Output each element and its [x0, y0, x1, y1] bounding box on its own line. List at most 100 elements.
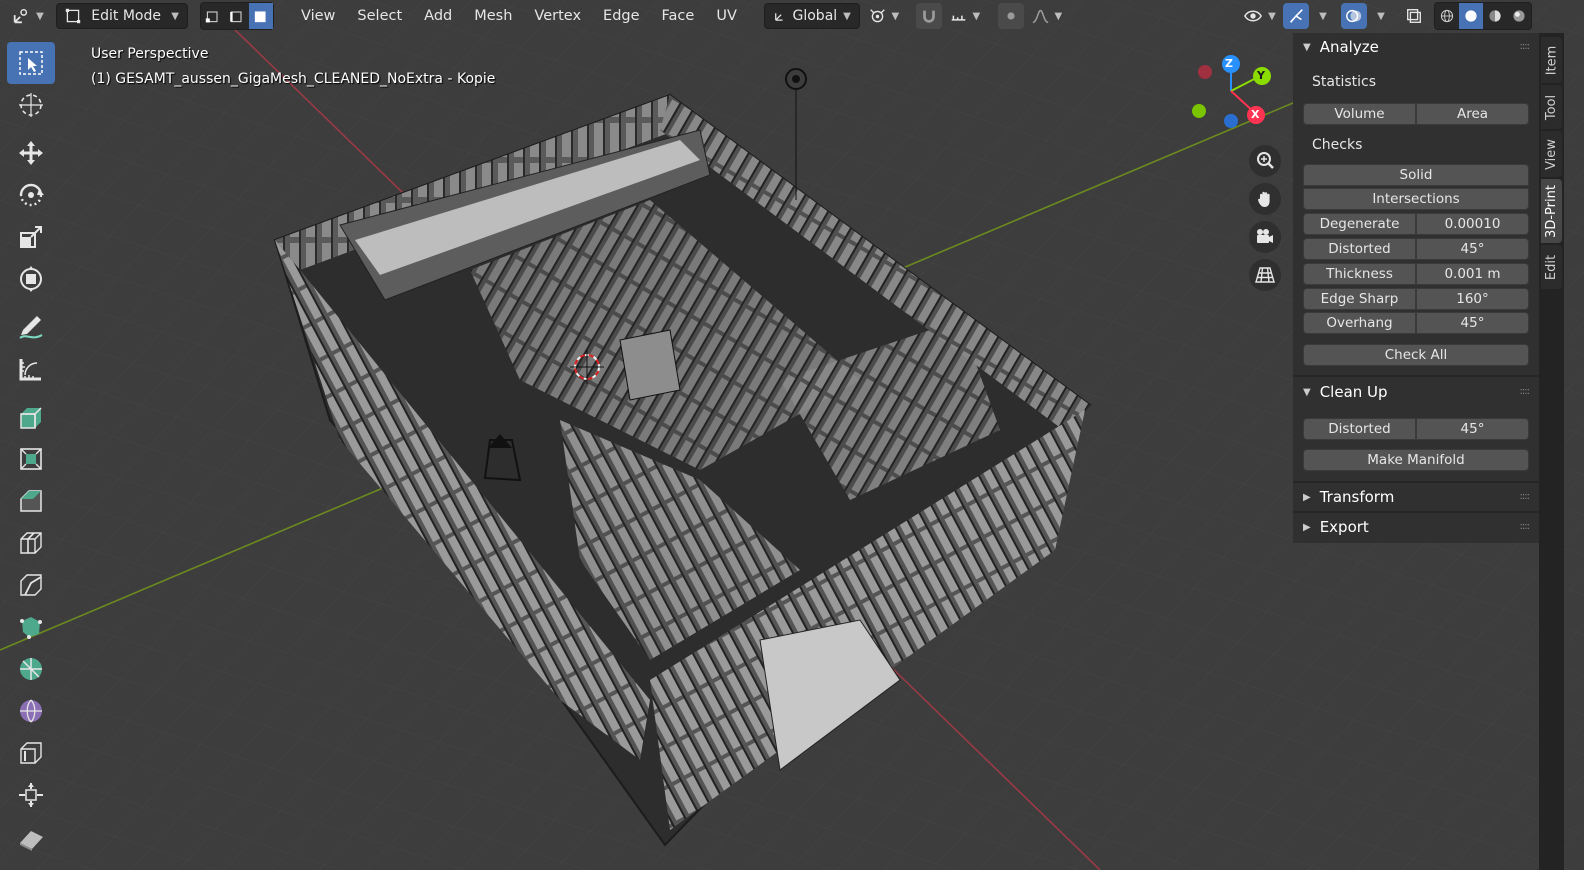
visibility-dropdown[interactable]: ▼	[1240, 3, 1280, 29]
viewport-info: User Perspective (1) GESAMT_aussen_GigaM…	[91, 42, 495, 92]
gizmo-dropdown[interactable]: ▼	[1312, 3, 1334, 29]
edge-sharp-value-field[interactable]: 160°	[1416, 288, 1529, 310]
thickness-button[interactable]: Thickness	[1303, 263, 1416, 285]
measure-tool[interactable]	[7, 348, 55, 390]
vertex-select-button[interactable]	[201, 3, 225, 29]
hand-icon	[1257, 191, 1270, 207]
inset-icon	[20, 448, 42, 470]
edge-select-button[interactable]	[225, 3, 249, 29]
rendered-shading-button[interactable]	[1507, 3, 1531, 29]
transform-tool[interactable]	[7, 258, 55, 300]
drag-grip-icon[interactable]: ::::	[1520, 41, 1531, 52]
degenerate-value-field[interactable]: 0.00010	[1416, 213, 1529, 235]
perspective-toggle-button[interactable]	[1249, 259, 1281, 291]
intersections-button[interactable]: Intersections	[1303, 188, 1529, 210]
chevron-down-icon: ▼	[1054, 10, 1063, 22]
transform-icon	[20, 266, 42, 292]
tab-item[interactable]: Item	[1541, 37, 1562, 83]
menu-select[interactable]: Select	[348, 3, 411, 29]
knife-tool[interactable]	[7, 564, 55, 606]
tab-edit[interactable]: Edit	[1541, 245, 1562, 289]
thickness-value-field[interactable]: 0.001 m	[1416, 263, 1529, 285]
transform-orientation-dropdown[interactable]: Global ▼	[763, 3, 860, 29]
rotate-tool[interactable]	[7, 174, 55, 216]
shear-tool[interactable]	[7, 816, 55, 858]
menu-face[interactable]: Face	[653, 3, 704, 29]
gizmo-toggle[interactable]	[1283, 3, 1309, 29]
wireframe-shading-button[interactable]	[1435, 3, 1459, 29]
check-all-button[interactable]: Check All	[1303, 344, 1529, 366]
select-box-tool[interactable]	[7, 42, 55, 84]
distorted-button[interactable]: Distorted	[1303, 238, 1416, 260]
tab-view[interactable]: View	[1541, 131, 1562, 177]
tab-tool[interactable]: Tool	[1541, 85, 1562, 129]
overlays-toggle[interactable]	[1341, 3, 1367, 29]
zoom-button[interactable]	[1249, 145, 1281, 177]
snap-target-dropdown[interactable]: ▼	[946, 3, 984, 29]
face-select-button[interactable]	[249, 3, 273, 29]
export-panel-header[interactable]: ▶ Export ::::	[1293, 513, 1539, 541]
move-tool[interactable]	[7, 132, 55, 174]
degenerate-button[interactable]: Degenerate	[1303, 213, 1416, 235]
pivot-point-dropdown[interactable]: ▼	[864, 3, 904, 29]
menu-uv[interactable]: UV	[707, 3, 746, 29]
menu-view[interactable]: View	[292, 3, 344, 29]
camera-view-button[interactable]	[1249, 221, 1281, 253]
object-label: (1) GESAMT_aussen_GigaMesh_CLEANED_NoExt…	[91, 71, 496, 87]
overhang-button[interactable]: Overhang	[1303, 312, 1416, 334]
poly-build-tool[interactable]	[7, 606, 55, 648]
cleanup-distorted-button[interactable]: Distorted	[1303, 418, 1416, 440]
distorted-value-field[interactable]: 45°	[1416, 238, 1529, 260]
smooth-icon	[20, 699, 42, 723]
drag-grip-icon[interactable]: ::::	[1520, 386, 1531, 397]
gizmo-y-label: Y	[1257, 69, 1265, 82]
menu-edge[interactable]: Edge	[594, 3, 649, 29]
analyze-panel-header[interactable]: ▼ Analyze ::::	[1293, 33, 1539, 61]
cursor-tool[interactable]	[7, 84, 55, 126]
menu-mesh[interactable]: Mesh	[465, 3, 521, 29]
tool-shelf	[5, 42, 57, 858]
shrink-fatten-icon	[19, 783, 43, 807]
snap-toggle[interactable]	[915, 3, 942, 29]
overhang-value-field[interactable]: 45°	[1416, 312, 1529, 334]
menu-add[interactable]: Add	[415, 3, 461, 29]
loop-cut-tool[interactable]	[7, 522, 55, 564]
move-icon	[19, 141, 43, 165]
falloff-dropdown[interactable]: ▼	[1028, 3, 1066, 29]
tab-3d-print[interactable]: 3D-Print	[1541, 179, 1562, 243]
mode-selector[interactable]: Edit Mode ▼	[56, 3, 188, 29]
pan-button[interactable]	[1249, 183, 1281, 215]
cleanup-panel-header[interactable]: ▼ Clean Up ::::	[1293, 378, 1539, 406]
material-shading-button[interactable]	[1483, 3, 1507, 29]
extrude-region-tool[interactable]	[7, 396, 55, 438]
edge-slide-tool[interactable]	[7, 732, 55, 774]
solid-shading-button[interactable]	[1459, 3, 1483, 29]
bevel-tool[interactable]	[7, 480, 55, 522]
proportional-edit-toggle[interactable]	[997, 3, 1024, 29]
bevel-icon	[20, 490, 42, 512]
drag-grip-icon[interactable]: ::::	[1520, 521, 1531, 532]
solid-button[interactable]: Solid	[1303, 164, 1529, 186]
shrink-fatten-tool[interactable]	[7, 774, 55, 816]
inset-faces-tool[interactable]	[7, 438, 55, 480]
overlays-dropdown[interactable]: ▼	[1370, 3, 1392, 29]
scale-tool[interactable]	[7, 216, 55, 258]
volume-button[interactable]: Volume	[1303, 103, 1416, 125]
spin-tool[interactable]	[7, 648, 55, 690]
select-mode-group	[200, 2, 274, 30]
editor-type-button[interactable]: ▼	[4, 3, 52, 29]
extrude-icon	[20, 407, 42, 429]
drag-grip-icon[interactable]: ::::	[1520, 491, 1531, 502]
orientation-label: Global	[792, 8, 838, 24]
spin-icon	[20, 658, 42, 680]
cleanup-distorted-value-field[interactable]: 45°	[1416, 418, 1529, 440]
annotate-tool[interactable]	[7, 306, 55, 348]
smooth-tool[interactable]	[7, 690, 55, 732]
menu-vertex[interactable]: Vertex	[525, 3, 590, 29]
area-button[interactable]: Area	[1416, 103, 1529, 125]
transform-panel-header[interactable]: ▶ Transform ::::	[1293, 483, 1539, 511]
chevron-down-icon: ▼	[891, 10, 900, 22]
xray-toggle[interactable]	[1401, 3, 1427, 29]
make-manifold-button[interactable]: Make Manifold	[1303, 449, 1529, 471]
edge-sharp-button[interactable]: Edge Sharp	[1303, 288, 1416, 310]
